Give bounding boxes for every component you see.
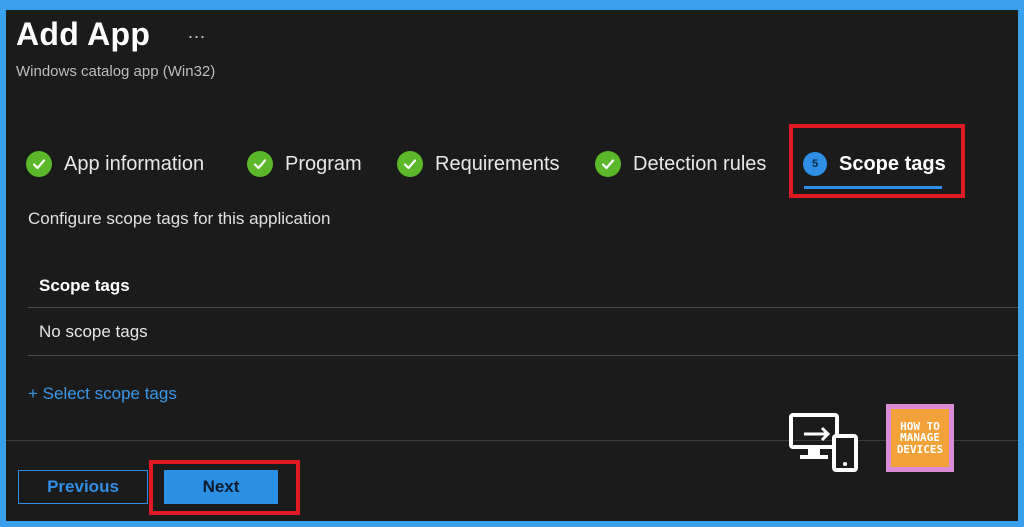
previous-button[interactable]: Previous <box>18 470 148 504</box>
more-options-button[interactable]: ... <box>188 22 206 43</box>
step-app-information[interactable]: App information <box>26 146 204 182</box>
checkmark-icon <box>247 151 273 177</box>
page-title: Add App <box>16 16 151 52</box>
table-row: No scope tags <box>28 308 1018 356</box>
highlight-box-scope-tags <box>789 124 965 198</box>
step-label: App information <box>64 152 205 175</box>
checkmark-icon <box>595 151 621 177</box>
checkmark-icon <box>397 151 423 177</box>
add-app-panel: Add App ... Windows catalog app (Win32) … <box>6 10 1018 521</box>
step-label: Program <box>285 152 362 175</box>
how-to-manage-devices-logo: HOW TO MANAGE DEVICES <box>886 404 954 472</box>
step-requirements[interactable]: Requirements <box>397 146 560 182</box>
page-subtitle: Windows catalog app (Win32) <box>16 63 216 80</box>
select-scope-tags-link[interactable]: + Select scope tags <box>28 384 177 404</box>
step-label: Detection rules <box>633 152 767 175</box>
highlight-box-next <box>149 460 300 515</box>
section-description: Configure scope tags for this applicatio… <box>28 209 331 228</box>
step-detection-rules[interactable]: Detection rules <box>595 146 766 182</box>
table-header: Scope tags <box>28 264 1018 308</box>
scope-tags-table: Scope tags No scope tags <box>28 264 1018 356</box>
devices-icon <box>788 412 860 472</box>
checkmark-icon <box>26 151 52 177</box>
step-program[interactable]: Program <box>247 146 362 182</box>
logo-line-3: DEVICES <box>896 442 944 456</box>
step-label: Requirements <box>435 152 560 175</box>
footer-divider <box>6 440 1018 441</box>
